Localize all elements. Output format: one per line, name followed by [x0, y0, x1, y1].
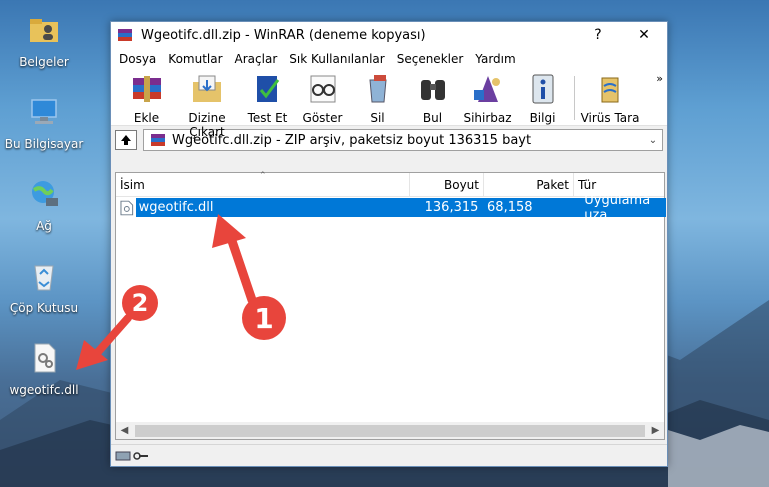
annotation-arrow-1	[212, 214, 257, 305]
annotation-badge-2-label: 2	[131, 289, 149, 317]
annotation-arrow-2	[76, 314, 132, 370]
annotation-badge-1-label: 1	[254, 302, 274, 335]
annotation-overlay	[76, 214, 286, 370]
